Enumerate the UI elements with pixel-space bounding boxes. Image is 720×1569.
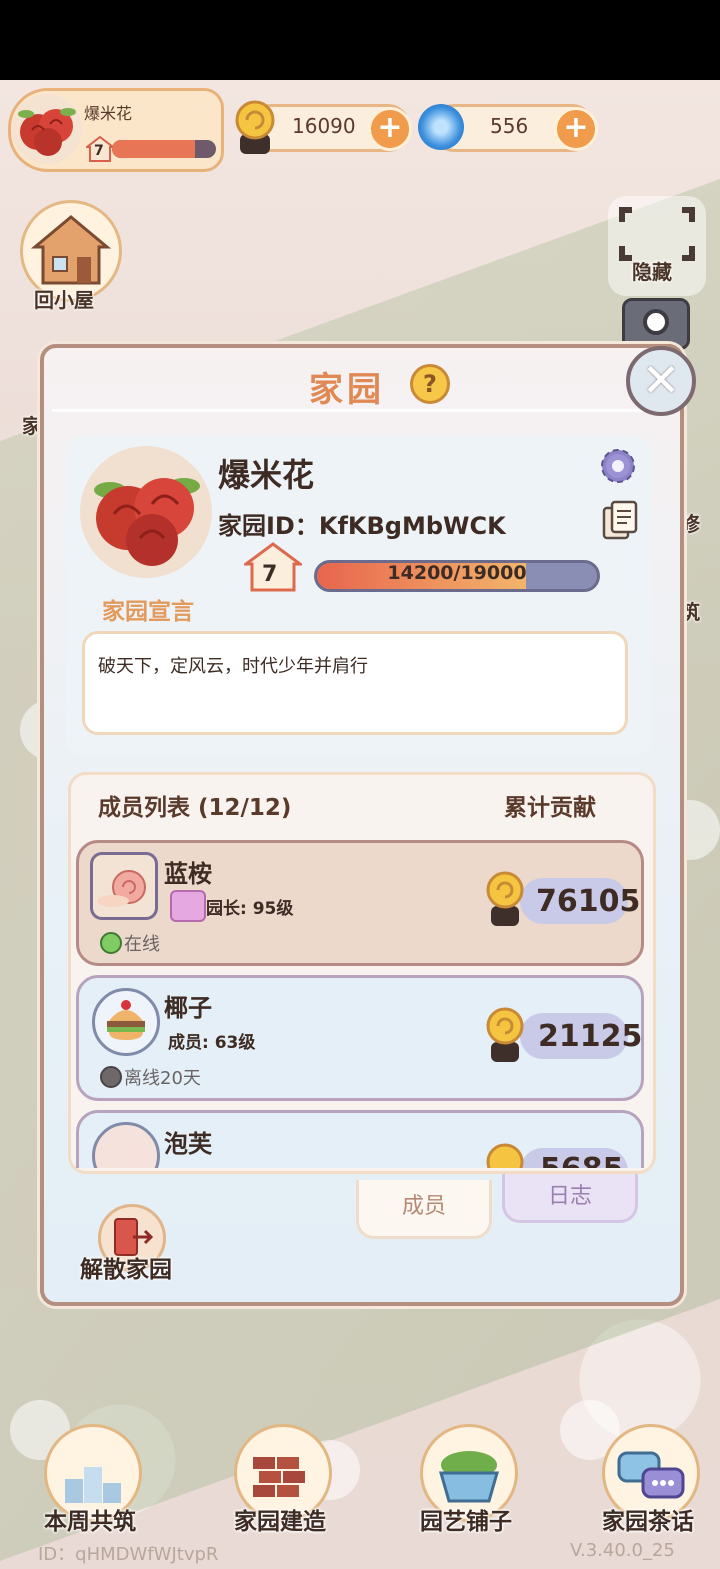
snail-coin-icon [482, 1138, 528, 1168]
member-avatar [90, 852, 158, 920]
crown-icon [170, 890, 206, 922]
status-bar [0, 0, 720, 80]
member-contribution: 76105 [536, 884, 641, 919]
member-avatar [92, 988, 160, 1056]
player-level-bar [112, 140, 216, 158]
snail-coin-icon [232, 96, 278, 156]
member-name: 泡芙 [164, 1130, 212, 1158]
weekly-build-label: 本周共筑 [44, 1509, 136, 1535]
hide-ui-label: 隐藏 [632, 260, 672, 284]
manifesto-box [82, 631, 628, 735]
home-name: 爆米花 [218, 456, 315, 494]
add-coin-button[interactable]: + [368, 107, 412, 151]
help-button[interactable]: ? [410, 364, 450, 404]
coin-amount: 16090 [292, 114, 356, 138]
member-contribution: 5685 [540, 1152, 624, 1168]
tab-members[interactable]: 成员 [356, 1180, 492, 1239]
member-status: 在线 [124, 934, 160, 955]
rose-icon [94, 478, 200, 566]
footer-version: V.3.40.0_25 [570, 1540, 675, 1561]
disband-label: 解散家园 [80, 1257, 172, 1283]
left-side-partial-label: 家 [22, 414, 42, 438]
tea-chat-label: 家园茶话 [602, 1509, 694, 1535]
rose-icon [18, 108, 76, 156]
member-list-title: 成员列表 (12/12) [98, 795, 292, 821]
swirl-gem-icon [418, 104, 464, 150]
title-divider [52, 409, 664, 412]
contribution-title: 累计贡献 [504, 795, 596, 821]
member-name: 椰子 [164, 994, 212, 1022]
garden-shop-label: 园艺铺子 [420, 1509, 512, 1535]
player-avatar[interactable] [12, 94, 82, 164]
add-gem-button[interactable]: + [554, 107, 598, 151]
manifesto-label: 家园宣言 [102, 599, 194, 625]
home-exp-text: 14200/19000 [387, 562, 527, 584]
online-status-icon [100, 932, 122, 954]
offline-status-icon [100, 1066, 122, 1088]
close-button[interactable]: ✕ [626, 346, 696, 416]
member-contribution: 21125 [538, 1019, 643, 1054]
manifesto-text: 破天下，定风云，时代少年并肩行 [98, 656, 368, 677]
player-level-bar-fill [112, 140, 196, 158]
snail-coin-icon [482, 866, 528, 928]
home-id: 家园ID：KfKBgMbWCK [218, 512, 506, 540]
player-level: 7 [94, 143, 104, 159]
dialog-title: 家园 [309, 370, 385, 410]
return-cabin-label: 回小屋 [34, 288, 94, 312]
camera-icon[interactable] [622, 298, 690, 350]
member-role: 成员: 53级 [168, 1164, 255, 1168]
tab-log[interactable]: 日志 [502, 1174, 638, 1223]
footer-user-id: ID：qHMDWfWJtvpR [38, 1544, 219, 1565]
member-name: 蓝桉 [164, 860, 212, 888]
snail-coin-icon [482, 1002, 528, 1064]
copy-icon[interactable] [602, 500, 638, 540]
member-status: 离线20天 [124, 1068, 201, 1089]
member-role: 园长: 95级 [206, 899, 294, 919]
home-avatar [80, 446, 212, 578]
home-build-label: 家园建造 [234, 1509, 326, 1535]
gear-icon[interactable] [598, 446, 638, 486]
burger-icon [107, 1000, 145, 1040]
home-level: 7 [262, 562, 278, 587]
player-name: 爆米花 [84, 104, 133, 123]
member-role: 成员: 63级 [168, 1033, 256, 1053]
member-row-clip: 泡芙 成员: 53级 5685 [76, 1110, 644, 1168]
gem-amount: 556 [490, 114, 529, 138]
snail-icon [97, 870, 146, 907]
